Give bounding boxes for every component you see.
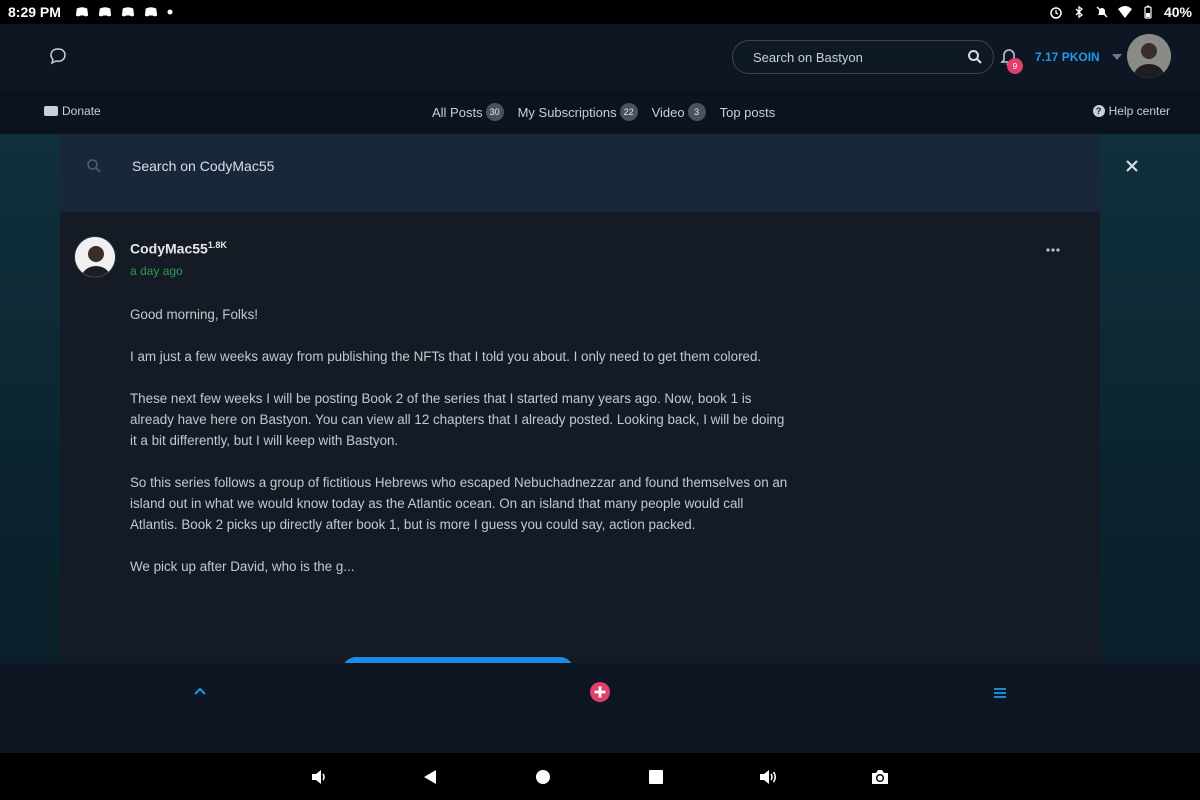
author-name: CodyMac55 xyxy=(130,240,208,257)
tab-all-posts[interactable]: All Posts 30 xyxy=(432,103,504,121)
tab-count-badge: 22 xyxy=(619,103,638,121)
money-icon xyxy=(44,106,58,116)
tab-label: Video xyxy=(651,104,685,120)
tab-label: All Posts xyxy=(432,104,483,120)
user-photo-icon xyxy=(75,237,115,277)
tab-label: My Subscriptions xyxy=(517,104,617,120)
tab-top-posts[interactable]: Top posts xyxy=(720,103,776,121)
home-icon[interactable] xyxy=(533,767,553,787)
bluetooth-icon xyxy=(1075,5,1083,19)
donate-link[interactable]: Donate xyxy=(44,104,101,118)
discord-icon xyxy=(144,7,158,17)
help-center-link[interactable]: ? Help center xyxy=(1092,104,1170,118)
add-post-icon[interactable] xyxy=(589,681,611,703)
discord-icon xyxy=(121,7,135,17)
battery-percent: 40% xyxy=(1163,4,1192,20)
author-reputation: 1.8K xyxy=(207,240,227,250)
tab-count-badge: 3 xyxy=(687,103,706,121)
post-paragraph: Good morning, Folks! xyxy=(130,307,259,322)
more-notifications-dot-icon xyxy=(167,9,173,15)
battery-icon xyxy=(1144,5,1152,19)
tab-my-subscriptions[interactable]: My Subscriptions 22 xyxy=(518,103,638,121)
help-label: Help center xyxy=(1108,104,1170,118)
back-icon[interactable] xyxy=(420,767,440,787)
mute-icon xyxy=(1096,6,1108,18)
tab-label: Top posts xyxy=(719,104,776,120)
system-nav-bar xyxy=(0,753,1200,800)
system-indicators: 40% xyxy=(1049,4,1192,20)
post-paragraph: So this series follows a group of fictit… xyxy=(130,475,788,532)
discord-icon xyxy=(98,7,112,17)
tab-video[interactable]: Video 3 xyxy=(652,103,706,121)
search-icon[interactable] xyxy=(967,49,983,65)
post-paragraph: These next few weeks I will be posting B… xyxy=(130,391,785,448)
bottom-app-bar xyxy=(0,663,1200,753)
recents-icon[interactable] xyxy=(646,767,666,787)
chevron-up-icon[interactable] xyxy=(192,685,208,697)
user-photo-icon xyxy=(1127,34,1171,78)
post-body: Good morning, Folks! I am just a few wee… xyxy=(130,304,790,598)
nav-bar: Donate All Posts 30 My Subscriptions 22 … xyxy=(0,90,1200,134)
help-icon: ? xyxy=(1092,105,1105,117)
menu-icon[interactable] xyxy=(993,687,1007,699)
post-paragraph: We pick up after David, who is the g... xyxy=(130,559,355,574)
app-header: Search on Bastyon 9 7.17 PKOIN xyxy=(0,24,1200,90)
donate-label: Donate xyxy=(62,104,101,118)
post-author[interactable]: CodyMac551.8K xyxy=(130,240,227,257)
post-card: CodyMac551.8K a day ago Good morning, Fo… xyxy=(60,212,1100,671)
post-author-avatar[interactable] xyxy=(74,236,116,278)
camera-icon[interactable] xyxy=(870,767,890,787)
post-paragraph: I am just a few weeks away from publishi… xyxy=(130,349,762,364)
status-time: 8:29 PM xyxy=(8,4,61,20)
global-search-placeholder: Search on Bastyon xyxy=(753,49,863,65)
tab-count-badge: 30 xyxy=(485,103,504,121)
chevron-down-icon[interactable] xyxy=(1112,54,1122,60)
search-icon xyxy=(87,159,101,173)
wallet-balance[interactable]: 7.17 PKOIN xyxy=(1035,50,1100,64)
notification-badge[interactable]: 9 xyxy=(1007,58,1023,74)
chat-icon[interactable] xyxy=(48,46,68,66)
close-icon[interactable] xyxy=(1124,158,1140,174)
global-search-input[interactable]: Search on Bastyon xyxy=(732,40,994,74)
profile-search-placeholder: Search on CodyMac55 xyxy=(132,158,275,174)
profile-search-input[interactable]: Search on CodyMac55 xyxy=(60,134,1100,212)
more-options-icon[interactable] xyxy=(1046,248,1060,252)
wifi-icon xyxy=(1117,6,1132,18)
alarm-icon xyxy=(1050,7,1062,19)
avatar[interactable] xyxy=(1127,34,1171,78)
status-bar: 8:29 PM 40% xyxy=(0,0,1200,24)
volume-up-icon[interactable] xyxy=(758,767,778,787)
discord-icon xyxy=(75,7,89,17)
post-time[interactable]: a day ago xyxy=(130,264,183,278)
notification-icons xyxy=(75,5,173,19)
feed-tabs: All Posts 30 My Subscriptions 22 Video 3… xyxy=(432,103,775,121)
volume-down-icon[interactable] xyxy=(309,767,329,787)
